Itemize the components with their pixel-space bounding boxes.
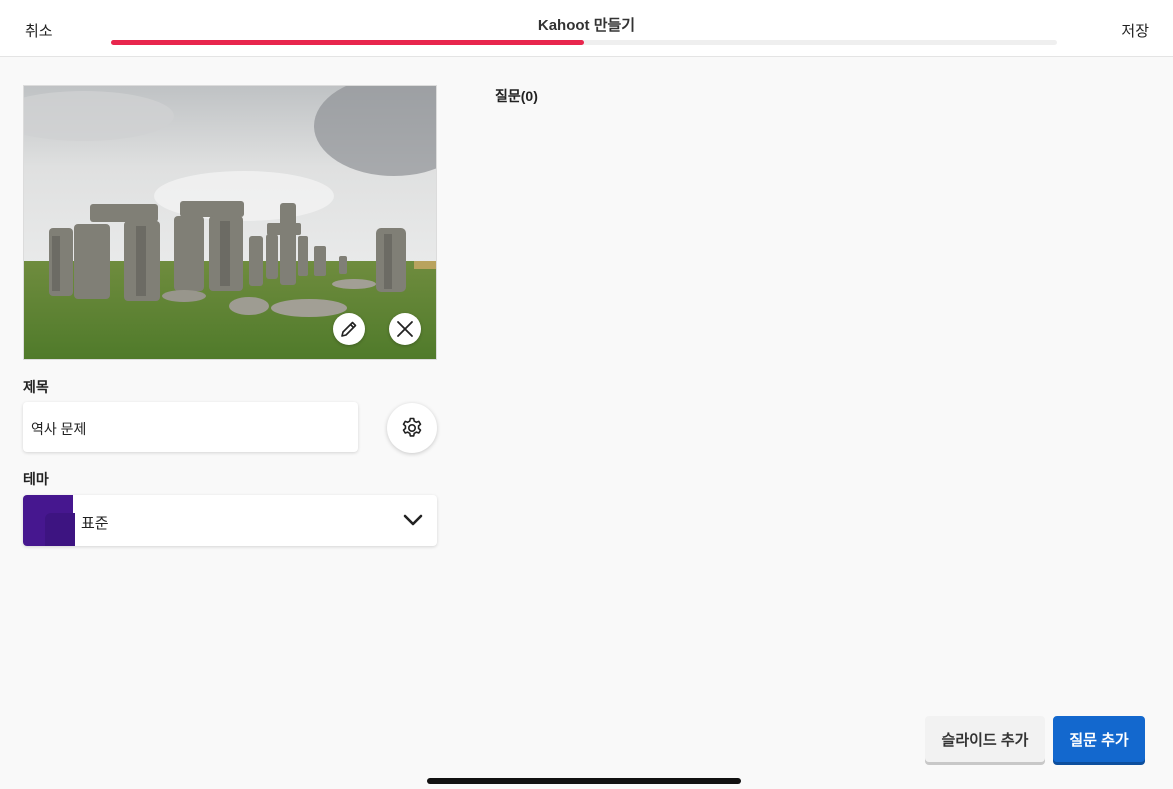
stonehenge-photo: [24, 86, 436, 359]
settings-button[interactable]: [387, 403, 437, 453]
progress-bar-fill: [111, 40, 584, 45]
chevron-down-icon: [403, 514, 423, 526]
add-question-button[interactable]: 질문 추가: [1053, 716, 1145, 762]
theme-value: 표준: [81, 515, 109, 532]
title-input[interactable]: 역사 문제: [23, 402, 358, 452]
remove-image-button[interactable]: [389, 313, 421, 345]
theme-label: 테마: [23, 471, 49, 487]
close-icon: [397, 321, 413, 337]
title-label: 제목: [23, 379, 49, 395]
theme-select[interactable]: 표준: [23, 495, 437, 546]
add-slide-button[interactable]: 슬라이드 추가: [925, 716, 1045, 762]
questions-heading: 질문(0): [495, 88, 538, 104]
theme-swatch: [23, 495, 75, 546]
cover-image[interactable]: [23, 85, 437, 360]
save-button[interactable]: 저장: [1121, 20, 1149, 41]
gear-icon: [402, 417, 422, 437]
home-indicator: [427, 778, 741, 784]
page-title: Kahoot 만들기: [537, 17, 636, 34]
edit-image-button[interactable]: [333, 313, 365, 345]
pencil-icon: [341, 321, 357, 337]
top-bar: 취소 Kahoot 만들기 저장: [0, 0, 1173, 57]
progress-bar: [111, 40, 1057, 45]
